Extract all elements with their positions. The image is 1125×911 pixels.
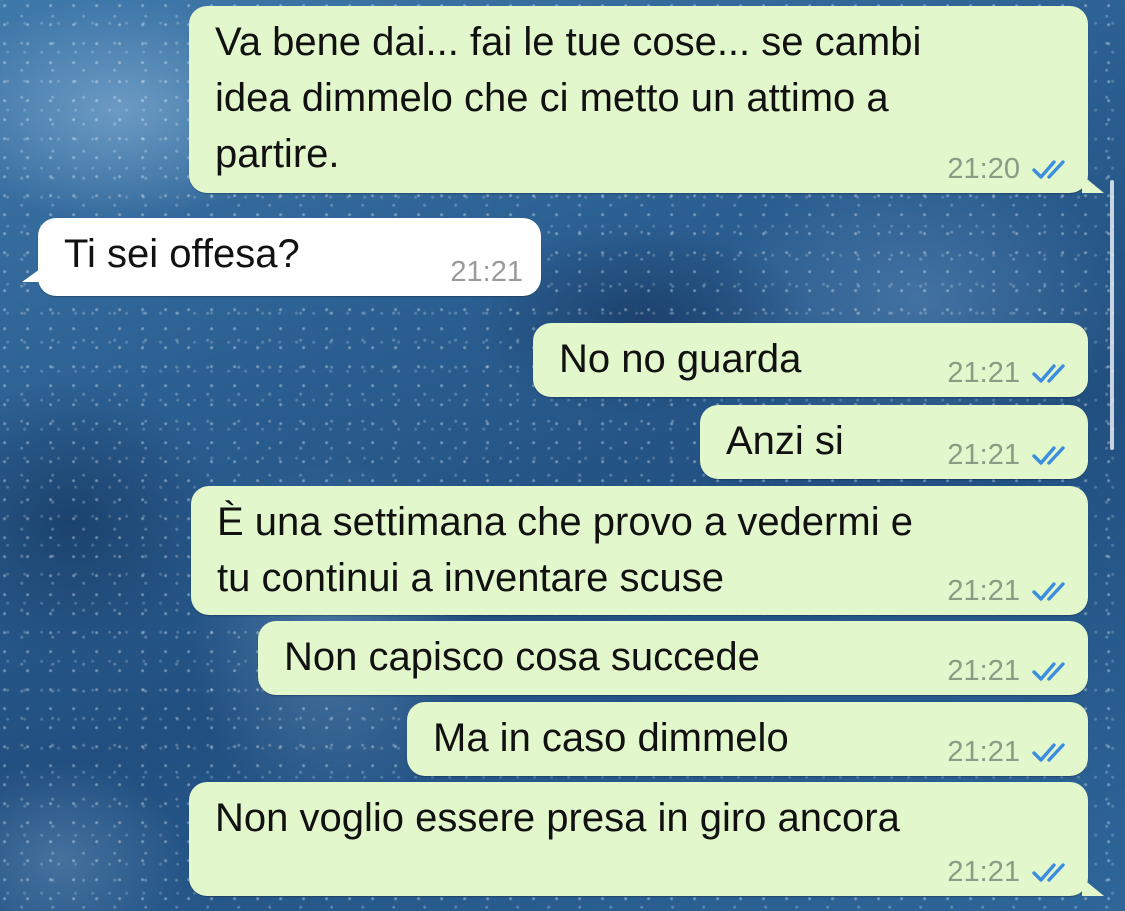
double-check-read-icon	[1032, 446, 1065, 465]
message-bubble-outgoing[interactable]: Ma in caso dimmelo 21:21	[407, 702, 1088, 776]
message-bubble-outgoing[interactable]: No no guarda 21:21	[533, 323, 1088, 397]
message-text: Ma in caso dimmelo	[433, 716, 789, 760]
message-bubble-outgoing[interactable]: Non voglio essere presa in giro ancora 2…	[189, 782, 1104, 896]
message-text: Va bene dai... fai le tue cose... se cam…	[215, 20, 922, 176]
double-check-read-icon	[1032, 863, 1065, 882]
double-check-read-icon	[1032, 582, 1065, 601]
message-text: Non voglio essere presa in giro ancora	[215, 796, 900, 840]
message-timestamp: 21:21	[947, 575, 1020, 607]
message-timestamp: 21:21	[947, 856, 1020, 888]
message-timestamp: 21:21	[947, 439, 1020, 471]
message-bubble-outgoing[interactable]: Anzi si 21:21	[700, 405, 1088, 479]
scroll-indicator[interactable]	[1110, 180, 1114, 450]
message-timestamp: 21:21	[947, 655, 1020, 687]
message-timestamp: 21:21	[450, 256, 523, 288]
message-bubble-outgoing[interactable]: Non capisco cosa succede 21:21	[258, 621, 1088, 695]
double-check-read-icon	[1032, 160, 1065, 179]
bubble-tail	[1082, 878, 1104, 896]
double-check-read-icon	[1032, 662, 1065, 681]
double-check-read-icon	[1032, 364, 1065, 383]
message-text: Ti sei offesa?	[64, 232, 300, 276]
double-check-read-icon	[1032, 743, 1065, 762]
message-bubble-outgoing[interactable]: È una settimana che provo a vedermi e tu…	[191, 486, 1088, 615]
bubble-tail	[22, 266, 44, 282]
message-text: No no guarda	[559, 337, 802, 381]
message-text: Anzi si	[726, 419, 844, 463]
bubble-tail	[1082, 175, 1104, 193]
message-bubble-outgoing[interactable]: Va bene dai... fai le tue cose... se cam…	[189, 6, 1104, 193]
message-timestamp: 21:20	[947, 153, 1020, 185]
message-text: È una settimana che provo a vedermi e tu…	[217, 500, 913, 600]
message-bubble-incoming[interactable]: Ti sei offesa? 21:21	[22, 218, 541, 296]
message-text: Non capisco cosa succede	[284, 635, 760, 679]
message-timestamp: 21:21	[947, 357, 1020, 389]
message-timestamp: 21:21	[947, 736, 1020, 768]
